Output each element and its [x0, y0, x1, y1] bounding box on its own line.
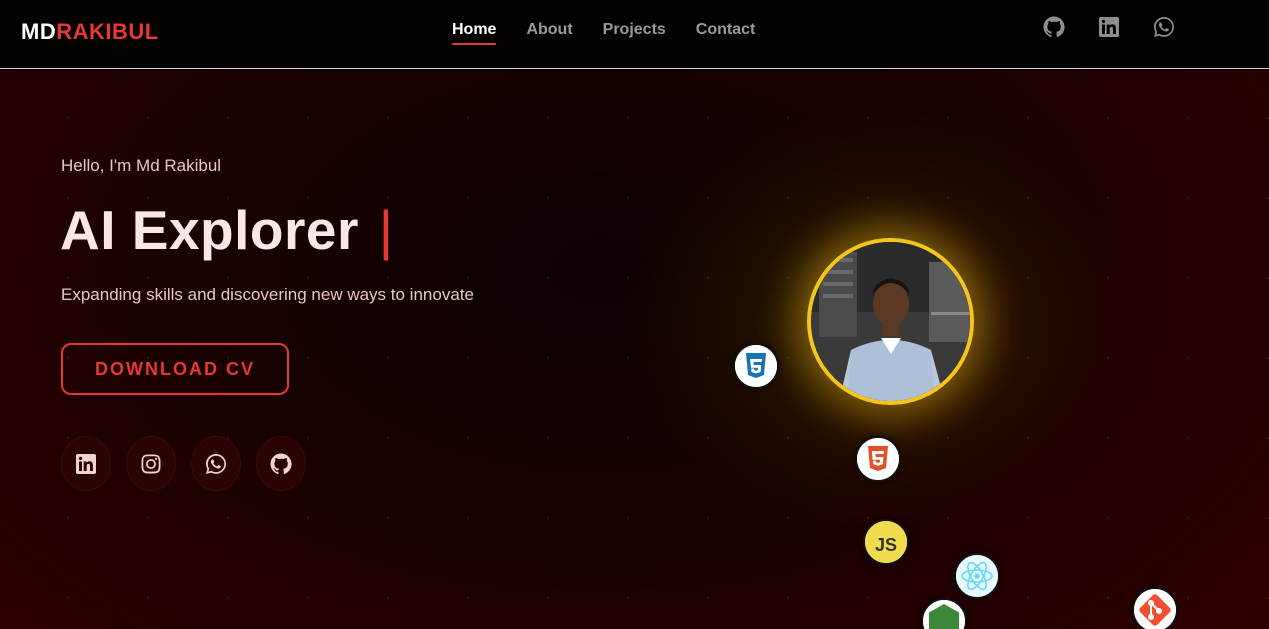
- linkedin-icon[interactable]: [61, 436, 111, 491]
- instagram-icon[interactable]: [126, 436, 176, 491]
- hero-greeting: Hello, I'm Md Rakibul: [61, 156, 222, 175]
- nodejs-icon: [921, 598, 967, 629]
- nav-contact[interactable]: Contact: [696, 21, 756, 45]
- css3-icon: [733, 343, 779, 389]
- hero-title-text: AI Explorer: [60, 199, 359, 261]
- logo-second: RAKIBUL: [56, 19, 159, 44]
- site-header: MDRAKIBUL Home About Projects Contact: [0, 0, 1269, 69]
- hero-title: AI Explorer |: [60, 198, 394, 262]
- github-icon[interactable]: [1041, 14, 1066, 39]
- html5-icon: [855, 436, 901, 482]
- logo[interactable]: MDRAKIBUL: [21, 19, 159, 45]
- react-icon: [954, 553, 1000, 599]
- profile-avatar: [807, 238, 974, 405]
- profile-photo-illustration: [811, 242, 970, 401]
- linkedin-icon[interactable]: [1096, 14, 1121, 39]
- nav-projects[interactable]: Projects: [603, 21, 666, 45]
- javascript-icon: JS: [863, 519, 909, 565]
- whatsapp-icon[interactable]: [1151, 14, 1176, 39]
- header-social-links: [1041, 14, 1176, 39]
- hero-subtitle: Expanding skills and discovering new way…: [61, 285, 474, 304]
- logo-first: MD: [21, 19, 57, 44]
- download-cv-button[interactable]: DOWNLOAD CV: [61, 343, 289, 395]
- hero-section: Hello, I'm Md Rakibul AI Explorer | Expa…: [0, 70, 1269, 629]
- whatsapp-icon[interactable]: [191, 436, 241, 491]
- main-nav: Home About Projects Contact: [452, 21, 755, 45]
- nav-home[interactable]: Home: [452, 21, 497, 45]
- git-icon: [1132, 587, 1178, 629]
- typing-cursor: |: [378, 199, 394, 261]
- github-icon[interactable]: [256, 436, 306, 491]
- svg-text:JS: JS: [875, 535, 897, 555]
- hero-social-links: [61, 436, 306, 491]
- nav-about[interactable]: About: [526, 21, 572, 45]
